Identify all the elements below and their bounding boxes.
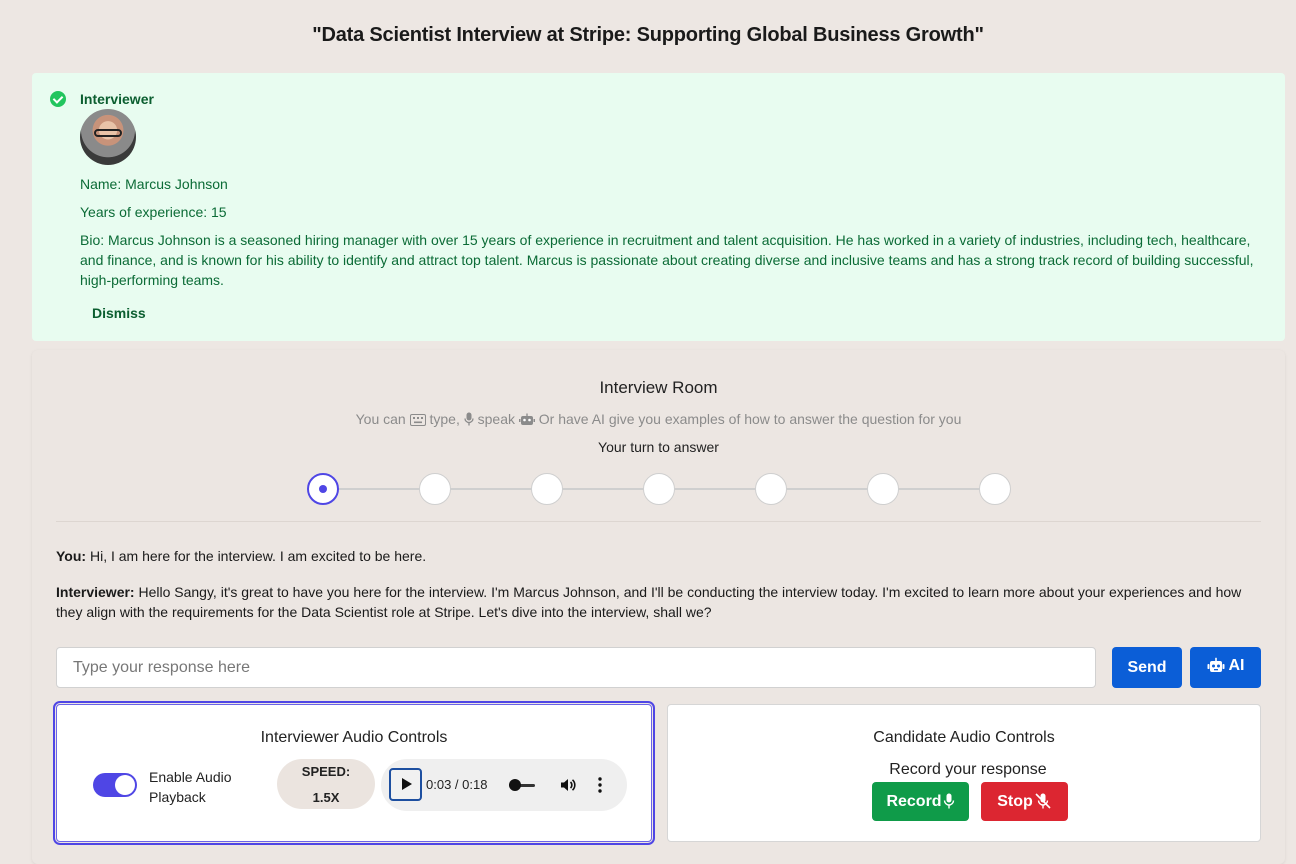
room-title: Interview Room [599,378,718,397]
candidate-audio-title: Candidate Audio Controls [873,729,1055,746]
ai-label: AI [1228,657,1245,674]
send-button[interactable]: Send [1112,647,1182,688]
step-6 [867,473,899,505]
step-2 [419,473,451,505]
interviewer-audio-title: Interviewer Audio Controls [260,729,448,746]
response-input[interactable] [56,647,1096,688]
message-speaker: Interviewer: [56,584,135,600]
volume-icon[interactable] [559,776,577,794]
interviewer-audio-controls: Interviewer Audio Controls Enable Audio … [53,701,655,845]
interviewer-name: Name: Marcus Johnson [80,176,228,192]
stop-button[interactable]: Stop [981,782,1068,821]
speed-button[interactable]: SPEED: 1.5X [277,759,375,809]
more-options-icon[interactable] [593,776,607,794]
audio-progress-knob[interactable] [509,779,521,791]
subtitle-type: type, [429,411,460,427]
message-text: Hello Sangy, it's great to have you here… [56,584,1242,620]
step-3 [531,473,563,505]
interview-room-panel: Interview Room You can type, speak Or ha… [32,350,1285,864]
ai-button[interactable]: AI [1190,647,1261,688]
page-title: "Data Scientist Interview at Stripe: Sup… [312,24,984,46]
chat-message-candidate: You: Hi, I am here for the interview. I … [56,546,1256,566]
step-1 [307,473,339,505]
chat-message-interviewer: Interviewer: Hello Sangy, it's great to … [56,582,1256,622]
interviewer-avatar [80,109,136,165]
subtitle-prefix: You can [355,411,406,427]
subtitle-rest: Or have AI give you examples of how to a… [538,411,962,427]
room-subtitle: You can type, speak Or have AI give you … [32,411,1285,429]
audio-playback-toggle[interactable] [93,773,137,797]
robot-icon [518,413,535,429]
record-prompt: Record your response [889,761,1047,778]
interviewer-experience: Years of experience: 15 [80,204,227,220]
check-circle-icon [50,91,66,107]
record-label: Record [886,792,942,810]
play-icon[interactable] [389,768,422,801]
message-speaker: You: [56,548,87,564]
speed-label: SPEED: [301,764,351,779]
interviewer-info-card: Interviewer Name: Marcus Johnson Years o… [32,73,1285,341]
candidate-audio-controls: Candidate Audio Controls Record your res… [667,704,1261,842]
message-text: Hi, I am here for the interview. I am ex… [86,548,427,564]
step-5 [755,473,787,505]
step-4 [643,473,675,505]
keyboard-icon [409,413,426,429]
interviewer-bio: Bio: Marcus Johnson is a seasoned hiring… [80,232,1254,288]
turn-status: Your turn to answer [598,439,719,455]
question-stepper [307,473,1011,505]
robot-icon [1207,657,1225,678]
audio-player: 0:03 / 0:18 [381,759,627,811]
dismiss-button[interactable]: Dismiss [92,305,146,321]
step-7 [979,473,1011,505]
divider [56,521,1261,522]
microphone-icon [464,412,474,429]
interviewer-heading: Interviewer [80,91,154,107]
stop-label: Stop [997,792,1033,810]
record-button[interactable]: Record [872,782,969,821]
speed-value: 1.5X [312,790,340,805]
microphone-slash-icon [1033,792,1052,810]
microphone-icon [942,793,955,810]
subtitle-speak: speak [477,411,515,427]
audio-playback-label: Enable Audio Playback [149,769,232,805]
audio-time: 0:03 / 0:18 [426,777,488,792]
